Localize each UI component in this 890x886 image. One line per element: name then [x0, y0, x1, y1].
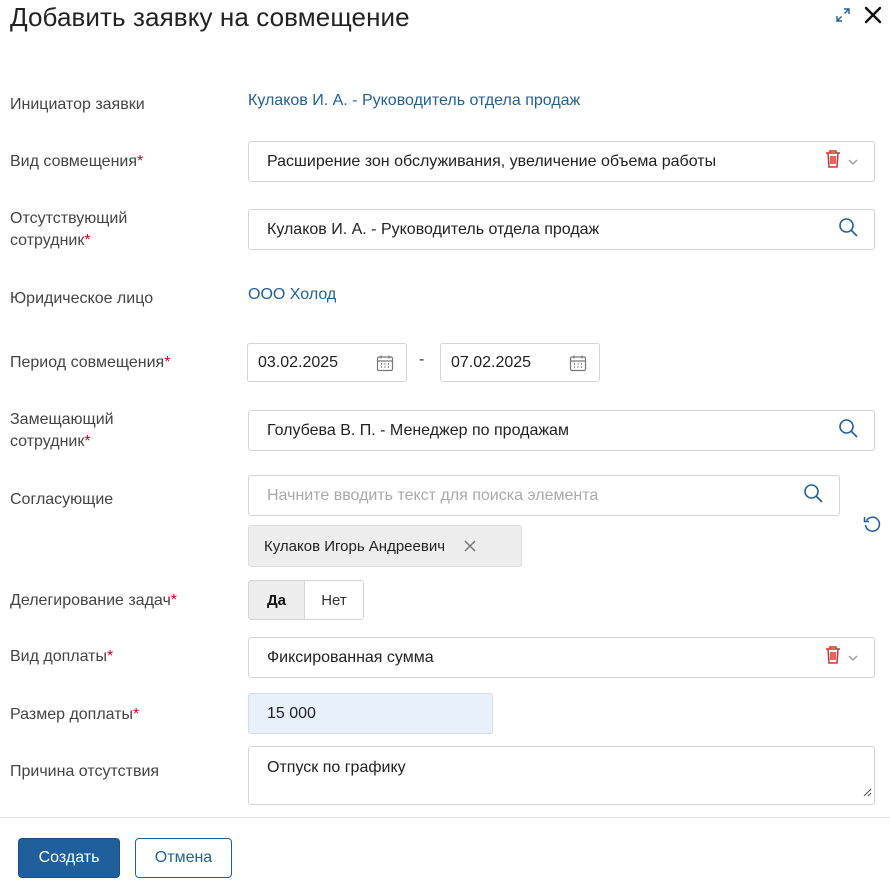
required-mark: * [164, 354, 171, 371]
task-delegation-label: Делегирование задач* [10, 592, 178, 609]
tag-remove-icon[interactable] [463, 539, 477, 553]
initiator-label: Инициатор заявки [10, 96, 145, 113]
required-mark: * [84, 433, 91, 450]
absent-employee-label: Отсутствующий сотрудник* [10, 210, 128, 249]
close-icon[interactable] [862, 4, 884, 26]
absent-employee-value: Кулаков И. А. - Руководитель отдела прод… [267, 220, 600, 238]
absent-employee-input[interactable]: Кулаков И. А. - Руководитель отдела прод… [248, 209, 875, 250]
approver-tag-label: Кулаков Игорь Андреевич [264, 537, 446, 555]
replacing-employee-input[interactable]: Голубева В. П. - Менеджер по продажам [248, 410, 875, 451]
combination-type-select[interactable]: Расширение зон обслуживания, увеличение … [248, 141, 875, 182]
dialog-title: Добавить заявку на совмещение [10, 2, 410, 32]
replacing-employee-value: Голубева В. П. - Менеджер по продажам [267, 421, 569, 439]
legal-entity-link[interactable]: ООО Холод [248, 286, 336, 304]
search-icon[interactable] [838, 217, 858, 242]
task-delegation-toggle: Да Нет [248, 580, 364, 620]
header-actions [834, 4, 884, 26]
chevron-down-icon[interactable] [848, 649, 858, 667]
period-label: Период совмещения* [10, 354, 171, 371]
absence-reason-textarea[interactable]: Отпуск по графику [248, 746, 875, 805]
period-to-value: 07.02.2025 [451, 353, 532, 371]
calendar-icon[interactable] [376, 354, 406, 372]
toggle-option-yes[interactable]: Да [249, 581, 305, 619]
footer-divider [0, 817, 890, 818]
toggle-option-no[interactable]: Нет [305, 581, 363, 619]
trash-icon[interactable] [824, 149, 842, 174]
legal-entity-label: Юридическое лицо [10, 290, 154, 307]
period-to-input[interactable]: 07.02.2025 [440, 343, 600, 382]
payment-amount-input[interactable]: 15 000 [248, 693, 493, 734]
payment-type-value: Фиксированная сумма [267, 648, 434, 666]
period-from-value: 03.02.2025 [258, 353, 339, 371]
reset-icon[interactable] [862, 514, 882, 539]
absence-reason-value: Отпуск по графику [267, 759, 406, 776]
cancel-button[interactable]: Отмена [135, 838, 232, 878]
required-mark: * [170, 592, 178, 609]
payment-type-select[interactable]: Фиксированная сумма [248, 637, 875, 678]
approvers-search-input[interactable]: Начните вводить текст для поиска элемент… [248, 475, 840, 516]
payment-type-label: Вид доплаты* [10, 648, 114, 665]
search-icon[interactable] [838, 418, 858, 443]
required-mark: * [84, 232, 91, 249]
search-icon[interactable] [803, 483, 823, 508]
period-separator: - [419, 351, 425, 368]
replacing-employee-label: Замещающий сотрудник* [10, 411, 114, 450]
absence-reason-label: Причина отсутствия [10, 763, 160, 780]
combination-type-value: Расширение зон обслуживания, увеличение … [267, 152, 717, 170]
required-mark: * [137, 153, 144, 170]
combination-type-label: Вид совмещения* [10, 153, 144, 170]
approvers-label: Согласующие [10, 491, 114, 508]
chevron-down-icon[interactable] [848, 153, 858, 171]
approvers-placeholder: Начните вводить текст для поиска элемент… [267, 486, 599, 504]
approver-tag: Кулаков Игорь Андреевич [248, 525, 522, 567]
required-mark: * [133, 706, 140, 723]
period-from-input[interactable]: 03.02.2025 [247, 343, 407, 382]
expand-icon[interactable] [834, 6, 852, 24]
resize-handle-icon[interactable] [862, 784, 872, 802]
create-button[interactable]: Создать [18, 838, 120, 878]
calendar-icon[interactable] [569, 354, 599, 372]
payment-amount-value: 15 000 [267, 704, 316, 722]
required-mark: * [107, 648, 114, 665]
trash-icon[interactable] [824, 645, 842, 670]
payment-amount-label: Размер доплаты* [10, 706, 140, 723]
initiator-link[interactable]: Кулаков И. А. - Руководитель отдела прод… [248, 92, 580, 110]
